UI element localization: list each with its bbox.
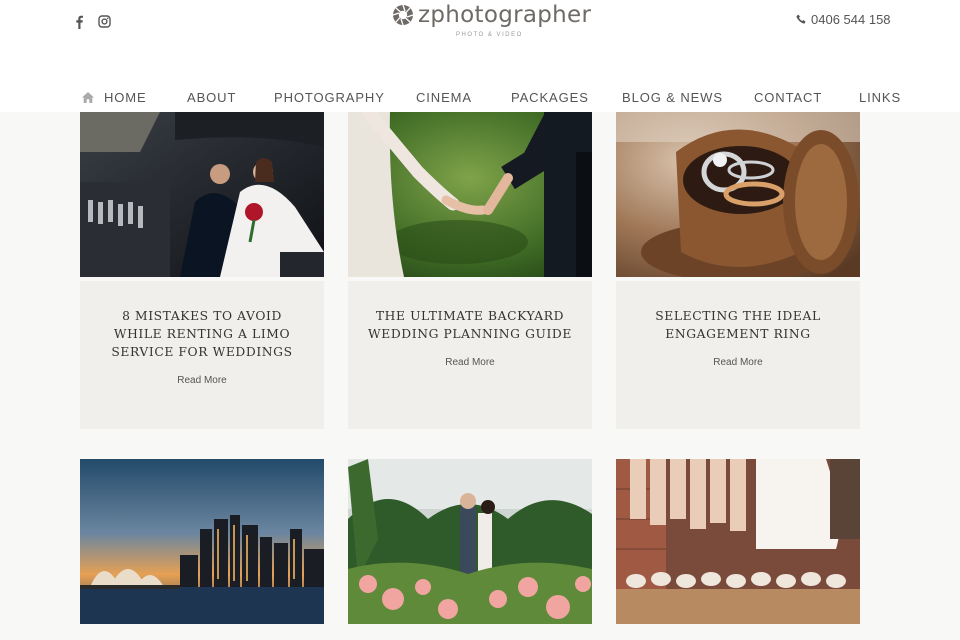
post-body: 8 MISTAKES TO AVOID WHILE RENTING A LIMO… — [80, 281, 324, 429]
nav-label: HOME — [104, 90, 147, 105]
post-title[interactable]: 8 MISTAKES TO AVOID WHILE RENTING A LIMO… — [80, 307, 324, 361]
post-image-rings[interactable] — [616, 112, 860, 277]
post-image-sydney[interactable] — [80, 459, 324, 624]
post-body: SELECTING THE IDEAL ENGAGEMENT RING Read… — [616, 281, 860, 429]
post-image-limo[interactable] — [80, 112, 324, 277]
read-more-link[interactable]: Read More — [616, 357, 860, 368]
nav-item-home[interactable]: HOME — [82, 90, 147, 105]
blog-card: SELECTING THE IDEAL ENGAGEMENT RING Read… — [616, 112, 860, 429]
nav-item-packages[interactable]: PACKAGES — [511, 90, 589, 105]
post-title[interactable]: SELECTING THE IDEAL ENGAGEMENT RING — [616, 307, 860, 343]
nav-item-photography[interactable]: PHOTOGRAPHY — [274, 90, 385, 105]
nav-item-blog-news[interactable]: BLOG & NEWS — [622, 90, 723, 105]
post-body: THE ULTIMATE BACKYARD WEDDING PLANNING G… — [348, 281, 592, 429]
nav-item-links[interactable]: LINKS — [859, 90, 901, 105]
blog-card — [616, 459, 860, 624]
blog-card: 8 MISTAKES TO AVOID WHILE RENTING A LIMO… — [80, 112, 324, 429]
phone-number: 0406 544 158 — [811, 12, 891, 27]
nav-item-about[interactable]: ABOUT — [187, 90, 236, 105]
phone-icon — [796, 14, 806, 24]
post-image-garden-couple[interactable] — [348, 459, 592, 624]
main-nav: HOME ABOUT PHOTOGRAPHY CINEMA PACKAGES B… — [80, 90, 900, 106]
post-image-dress-shoes[interactable] — [616, 459, 860, 624]
logo-name: zphotographer — [418, 2, 592, 28]
phone-contact[interactable]: 0406 544 158 — [796, 12, 891, 27]
home-icon — [82, 91, 94, 103]
post-image-hands[interactable] — [348, 112, 592, 277]
blog-card — [80, 459, 324, 624]
facebook-icon[interactable] — [74, 15, 84, 29]
instagram-icon[interactable] — [98, 15, 111, 29]
read-more-link[interactable]: Read More — [80, 375, 324, 386]
post-title[interactable]: THE ULTIMATE BACKYARD WEDDING PLANNING G… — [348, 307, 592, 343]
site-logo[interactable]: zphotographer PHOTO & VIDEO — [392, 2, 591, 42]
read-more-link[interactable]: Read More — [348, 357, 592, 368]
nav-item-contact[interactable]: CONTACT — [754, 90, 822, 105]
nav-item-cinema[interactable]: CINEMA — [416, 90, 472, 105]
logo-tagline: PHOTO & VIDEO — [456, 32, 523, 38]
blog-card — [348, 459, 592, 624]
blog-card: THE ULTIMATE BACKYARD WEDDING PLANNING G… — [348, 112, 592, 429]
social-links — [74, 15, 111, 29]
aperture-logo-icon — [392, 4, 414, 26]
